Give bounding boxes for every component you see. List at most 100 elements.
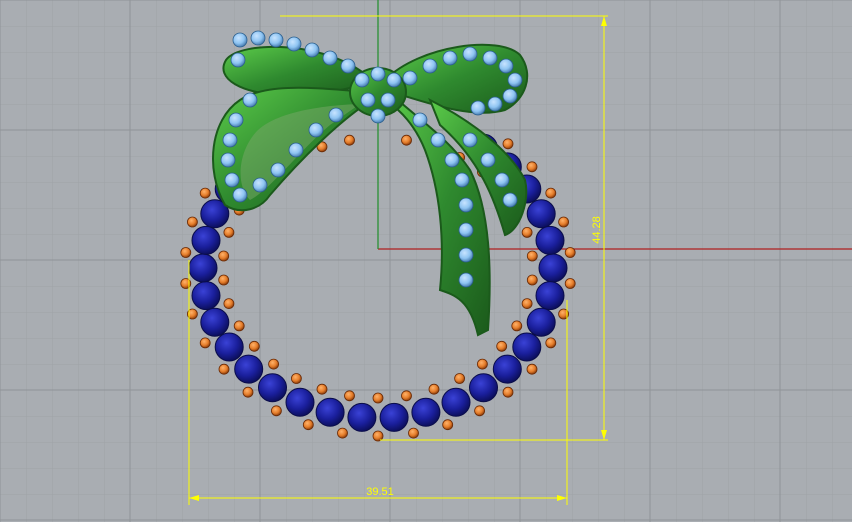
bow-stone — [444, 152, 460, 168]
bow-stone — [354, 72, 370, 88]
bow-stone — [507, 72, 523, 88]
bow-stone — [288, 142, 304, 158]
accent-stone — [545, 187, 557, 199]
accent-stone — [401, 390, 412, 402]
accent-stone — [248, 340, 260, 352]
accent-stone — [344, 390, 355, 402]
bow-stone — [308, 122, 324, 138]
ring-stone — [347, 402, 377, 432]
bow-stone — [360, 92, 376, 108]
bow-stone — [412, 112, 428, 128]
ring-stone — [411, 397, 441, 427]
accent-stone — [526, 161, 538, 173]
cad-viewport[interactable]: 44.28 39.51 — [0, 0, 852, 522]
accent-stone — [270, 405, 282, 417]
accent-stone — [428, 383, 440, 395]
ring-stone — [191, 281, 221, 311]
ring-stone — [441, 387, 471, 417]
bow-stone — [487, 96, 503, 112]
bow-stone — [458, 222, 474, 238]
bow-stone — [458, 272, 474, 288]
ring-stone — [538, 253, 568, 283]
bow-stone — [322, 50, 338, 66]
accent-stone — [302, 419, 314, 431]
bow-stone — [380, 92, 396, 108]
bow-stone — [462, 132, 478, 148]
bow-stone — [480, 152, 496, 168]
bow-stone — [470, 100, 486, 116]
bow-stone — [386, 72, 402, 88]
bow-stone — [328, 107, 344, 123]
accent-stone — [372, 392, 384, 404]
ring-stone — [191, 225, 221, 255]
bow-stone — [370, 108, 386, 124]
bow-stone — [222, 132, 238, 148]
accent-stone — [442, 419, 454, 431]
bow-stone — [286, 36, 302, 52]
ring-stone — [315, 397, 345, 427]
accent-stone — [223, 298, 235, 310]
bow-stone — [482, 50, 498, 66]
accent-stone — [526, 363, 538, 375]
ring-stone — [512, 332, 542, 362]
bow-stone — [252, 177, 268, 193]
accent-stone — [408, 427, 419, 439]
bow-stone — [268, 32, 284, 48]
accent-stone — [268, 358, 280, 370]
bow-stone — [498, 58, 514, 74]
dimension-width-label: 39.51 — [366, 486, 394, 498]
accent-stone — [564, 247, 576, 258]
bow-stone — [370, 66, 386, 82]
bow-stone — [422, 58, 438, 74]
accent-stone — [186, 216, 198, 228]
ring-stone — [535, 225, 565, 255]
accent-stone — [401, 134, 412, 146]
accent-stone — [218, 274, 230, 286]
accent-stone — [180, 247, 192, 258]
accent-stone — [199, 187, 211, 199]
ring-stone — [379, 402, 409, 432]
bow-stone — [242, 92, 258, 108]
accent-stone — [511, 320, 523, 332]
bow-stone — [502, 88, 518, 104]
bow-stone — [250, 30, 266, 46]
ring-stone — [285, 387, 315, 417]
accent-stone — [223, 226, 235, 238]
bow-stone — [228, 112, 244, 128]
accent-stone — [474, 405, 486, 417]
ring-stone — [526, 199, 556, 229]
ring-stone — [526, 307, 556, 337]
dimension-height-label: 44.28 — [591, 216, 603, 244]
accent-stone — [218, 363, 230, 375]
accent-stone — [502, 138, 514, 150]
accent-stone — [242, 386, 254, 398]
accent-stone — [476, 358, 488, 370]
bow-stone — [232, 187, 248, 203]
accent-stone — [199, 337, 211, 349]
ring-stone — [234, 354, 264, 384]
accent-stone — [218, 250, 230, 262]
accent-stone — [454, 373, 466, 384]
accent-stone — [496, 340, 508, 352]
ring-stone — [258, 373, 287, 403]
bow-stone — [304, 42, 320, 58]
bow-stone — [340, 58, 356, 74]
ring-stone — [200, 307, 230, 337]
accent-stone — [290, 373, 302, 384]
ring-stone — [535, 281, 565, 311]
bow-stone — [454, 172, 470, 188]
accent-stone — [344, 134, 355, 146]
accent-stone — [337, 427, 348, 439]
accent-stone — [316, 383, 328, 395]
bow-stone — [458, 197, 474, 213]
bow-stone — [224, 172, 240, 188]
bow-stone — [232, 32, 248, 48]
bow-stone — [502, 192, 518, 208]
accent-stone — [521, 226, 533, 238]
accent-stone — [558, 216, 569, 228]
bow-stone — [402, 70, 418, 86]
bow-stone — [430, 132, 446, 148]
ring-stone — [469, 373, 498, 403]
accent-stone — [502, 386, 514, 398]
bow-stone — [442, 50, 458, 66]
